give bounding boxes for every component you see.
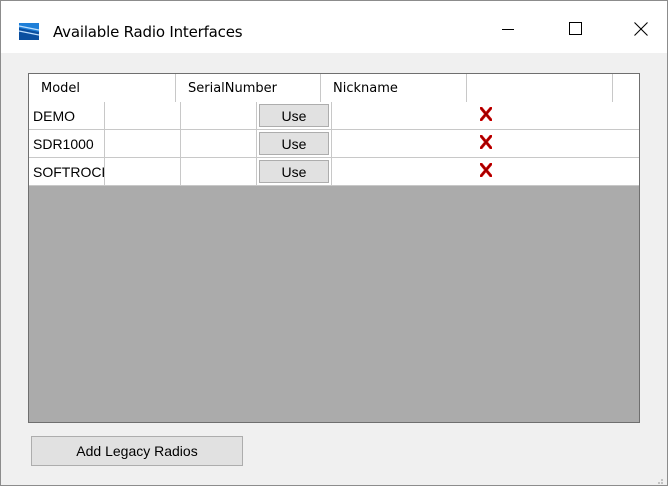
table-row: SDR1000 Use <box>29 130 639 158</box>
use-cell: Use <box>256 130 333 158</box>
red-x-delete-icon <box>478 161 493 180</box>
column-header-model[interactable]: Model <box>29 74 176 102</box>
serial-number-cell[interactable] <box>105 130 181 158</box>
maximize-icon <box>568 22 582 40</box>
table-row: SOFTROCK40 Use <box>29 158 639 186</box>
use-button[interactable]: Use <box>258 132 330 155</box>
table-row: DEMO Use <box>29 102 639 130</box>
serial-number-cell[interactable] <box>105 158 181 186</box>
serial-number-cell[interactable] <box>105 102 181 130</box>
model-cell[interactable]: SOFTROCK40 <box>29 158 106 186</box>
radio-interfaces-window: Available Radio Interfaces Model SerialN… <box>0 0 668 486</box>
delete-button[interactable] <box>332 130 639 158</box>
use-button[interactable]: Use <box>258 160 330 183</box>
minimize-icon <box>502 22 514 40</box>
add-legacy-radios-button[interactable]: Add Legacy Radios <box>31 436 243 466</box>
resize-grip-icon[interactable] <box>654 472 664 484</box>
nickname-cell[interactable] <box>180 158 257 186</box>
nickname-cell[interactable] <box>180 130 257 158</box>
model-cell[interactable]: SDR1000 <box>29 130 106 158</box>
title-bar[interactable]: Available Radio Interfaces <box>1 1 667 53</box>
radio-interfaces-grid[interactable]: Model SerialNumber Nickname DEMO Use SDR… <box>28 73 640 423</box>
minimize-button[interactable] <box>485 9 531 53</box>
column-header-use[interactable] <box>467 74 613 102</box>
close-icon <box>634 21 648 41</box>
column-header-serial-number[interactable]: SerialNumber <box>176 74 321 102</box>
model-cell[interactable]: DEMO <box>29 102 106 130</box>
red-x-delete-icon <box>478 133 493 152</box>
delete-button[interactable] <box>332 158 639 186</box>
column-header-delete[interactable] <box>613 74 639 102</box>
use-cell: Use <box>256 102 333 130</box>
use-button[interactable]: Use <box>258 104 330 127</box>
nickname-cell[interactable] <box>180 102 257 130</box>
close-button[interactable] <box>618 9 664 53</box>
radio-app-icon <box>18 23 40 40</box>
window-title: Available Radio Interfaces <box>53 23 243 41</box>
delete-button[interactable] <box>332 102 639 130</box>
maximize-button[interactable] <box>552 9 598 53</box>
grid-header-row: Model SerialNumber Nickname <box>29 74 639 103</box>
column-header-nickname[interactable]: Nickname <box>321 74 467 102</box>
red-x-delete-icon <box>478 105 493 124</box>
use-cell: Use <box>256 158 333 186</box>
